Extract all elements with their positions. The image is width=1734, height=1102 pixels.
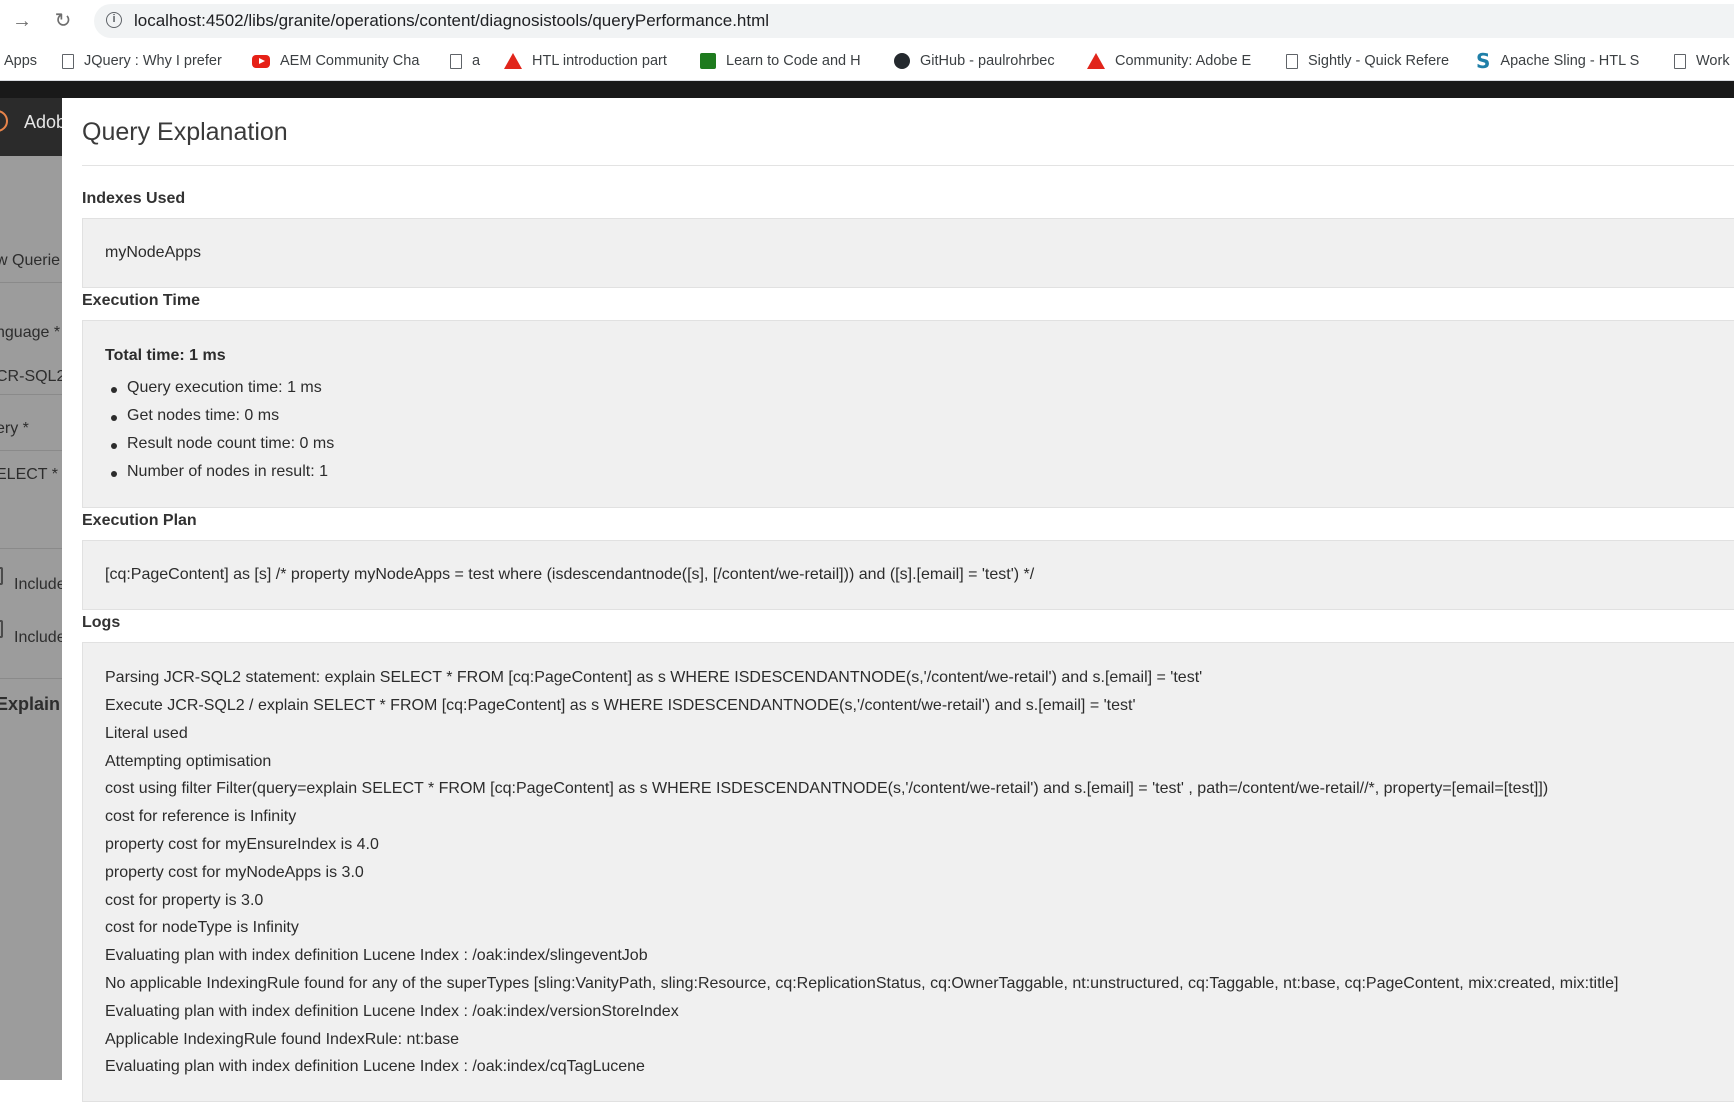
indexes-used-label: Indexes Used	[82, 190, 186, 207]
query-label: ery *	[0, 420, 29, 437]
address-bar[interactable]: i localhost:4502/libs/granite/operations…	[94, 4, 1734, 38]
divider	[0, 450, 62, 451]
log-line: Evaluating plan with index definition Lu…	[105, 1003, 679, 1020]
log-line: Execute JCR-SQL2 / explain SELECT * FROM…	[105, 697, 1136, 714]
aem-header	[0, 81, 1734, 98]
bookmark-apache-sling[interactable]: S Apache Sling - HTL S	[1476, 50, 1648, 72]
divider	[0, 282, 62, 283]
sling-icon: S	[1476, 50, 1491, 72]
bookmark-learn-to-code[interactable]: Learn to Code and H	[700, 50, 872, 72]
include-label-2: Include	[14, 629, 62, 646]
bookmark-label: GitHub - paulrohrbec	[920, 53, 1055, 69]
time-item: Get nodes time: 0 ms	[110, 407, 280, 424]
page-icon	[62, 53, 74, 69]
aem-brand-area: Adob	[0, 98, 62, 156]
bookmark-github[interactable]: GitHub - paulrohrbec	[894, 50, 1066, 72]
time-item: Query execution time: 1 ms	[111, 379, 322, 396]
language-select[interactable]: CR-SQL2	[0, 368, 62, 386]
dimmed-form: w Querie nguage * CR-SQL2 ery * ELECT * …	[0, 156, 62, 1080]
logs-box: Parsing JCR-SQL2 statement: explain SELE…	[82, 642, 1734, 1102]
reload-icon[interactable]: ↻	[51, 9, 75, 33]
title-divider	[82, 165, 1734, 166]
execution-plan-box: [cq:PageContent] as [s] /* property myNo…	[82, 540, 1734, 610]
page-icon	[1286, 53, 1298, 69]
log-line: Evaluating plan with index definition Lu…	[105, 1058, 645, 1075]
browser-toolbar: → ↻ i localhost:4502/libs/granite/operat…	[0, 0, 1734, 42]
code-icon	[700, 53, 716, 69]
time-item: Number of nodes in result: 1	[111, 463, 328, 480]
adobe-icon	[1087, 53, 1105, 69]
query-explanation-dialog: Query Explanation Indexes Used myNodeApp…	[62, 98, 1734, 1102]
bookmark-htl-intro[interactable]: HTL introduction part	[504, 50, 678, 72]
log-line: No applicable IndexingRule found for any…	[105, 975, 1619, 992]
new-queries-label: w Querie	[0, 252, 61, 269]
adobe-logo-icon	[0, 110, 8, 132]
query-textarea[interactable]: ELECT *	[0, 466, 58, 484]
include-checkbox-1[interactable]	[0, 567, 3, 585]
bookmark-label: Work	[1696, 53, 1730, 69]
bookmark-label: AEM Community Cha	[280, 53, 420, 69]
divider	[0, 678, 62, 679]
log-line: cost for reference is Infinity	[105, 808, 297, 825]
log-line: Attempting optimisation	[105, 753, 272, 770]
explain-button[interactable]: Explain	[0, 694, 60, 715]
indexes-used-box: myNodeApps	[82, 218, 1734, 288]
page-icon	[450, 53, 462, 69]
log-line: property cost for myEnsureIndex is 4.0	[105, 836, 379, 853]
log-line: cost for property is 3.0	[105, 892, 264, 909]
bookmark-label: a	[472, 53, 481, 69]
bookmark-label: Apache Sling - HTL S	[1500, 53, 1640, 69]
bookmarks-bar: Apps JQuery : Why I prefer AEM Community…	[0, 42, 1734, 81]
language-label: nguage *	[0, 324, 61, 341]
execution-time-label: Execution Time	[82, 292, 200, 309]
log-line: cost for nodeType is Infinity	[105, 919, 299, 936]
execution-time-box: Total time: 1 ms Query execution time: 1…	[82, 320, 1734, 508]
indexes-used-value: myNodeApps	[105, 244, 202, 261]
divider	[0, 394, 62, 395]
bookmark-label: JQuery : Why I prefer	[84, 53, 222, 69]
info-icon[interactable]: i	[106, 12, 122, 28]
log-line: cost using filter Filter(query=explain S…	[105, 780, 1549, 797]
url-text[interactable]: localhost:4502/libs/granite/operations/c…	[134, 11, 769, 31]
divider	[0, 548, 62, 549]
forward-icon[interactable]: →	[10, 9, 34, 33]
dialog-title: Query Explanation	[82, 118, 288, 146]
log-line: Parsing JCR-SQL2 statement: explain SELE…	[105, 669, 1203, 686]
total-time: Total time: 1 ms	[105, 347, 226, 364]
log-line: Applicable IndexingRule found IndexRule:…	[105, 1031, 460, 1048]
log-line: Literal used	[105, 725, 188, 742]
time-item: Result node count time: 0 ms	[110, 435, 335, 452]
bookmark-sightly[interactable]: Sightly - Quick Refere	[1284, 50, 1456, 72]
bookmark-label: Community: Adobe E	[1115, 53, 1252, 69]
execution-plan-label: Execution Plan	[82, 512, 197, 529]
include-label-1: Include	[14, 576, 62, 593]
log-line: property cost for myNodeApps is 3.0	[105, 864, 364, 881]
include-checkbox-2[interactable]	[0, 620, 3, 638]
bookmark-label: Learn to Code and H	[726, 53, 861, 69]
log-line: Evaluating plan with index definition Lu…	[105, 947, 648, 964]
bookmark-a[interactable]: a	[448, 50, 488, 72]
aem-brand-text: Adob	[24, 112, 62, 132]
logs-label: Logs	[82, 614, 121, 631]
bookmark-label: Apps	[4, 53, 38, 69]
bookmark-work[interactable]: Work	[1672, 50, 1734, 72]
adobe-icon	[504, 53, 522, 69]
bookmark-label: Sightly - Quick Refere	[1308, 53, 1450, 69]
bookmark-aem-community[interactable]: AEM Community Cha	[252, 50, 424, 72]
bookmark-apps[interactable]: Apps	[4, 50, 44, 72]
bookmark-community-adobe[interactable]: Community: Adobe E	[1087, 50, 1259, 72]
page-icon	[1674, 53, 1686, 69]
github-icon	[894, 53, 910, 69]
execution-plan-value: [cq:PageContent] as [s] /* property myNo…	[105, 566, 1035, 583]
youtube-icon	[252, 54, 270, 68]
bookmark-jquery[interactable]: JQuery : Why I prefer	[60, 50, 230, 72]
bookmark-label: HTL introduction part	[532, 53, 667, 69]
